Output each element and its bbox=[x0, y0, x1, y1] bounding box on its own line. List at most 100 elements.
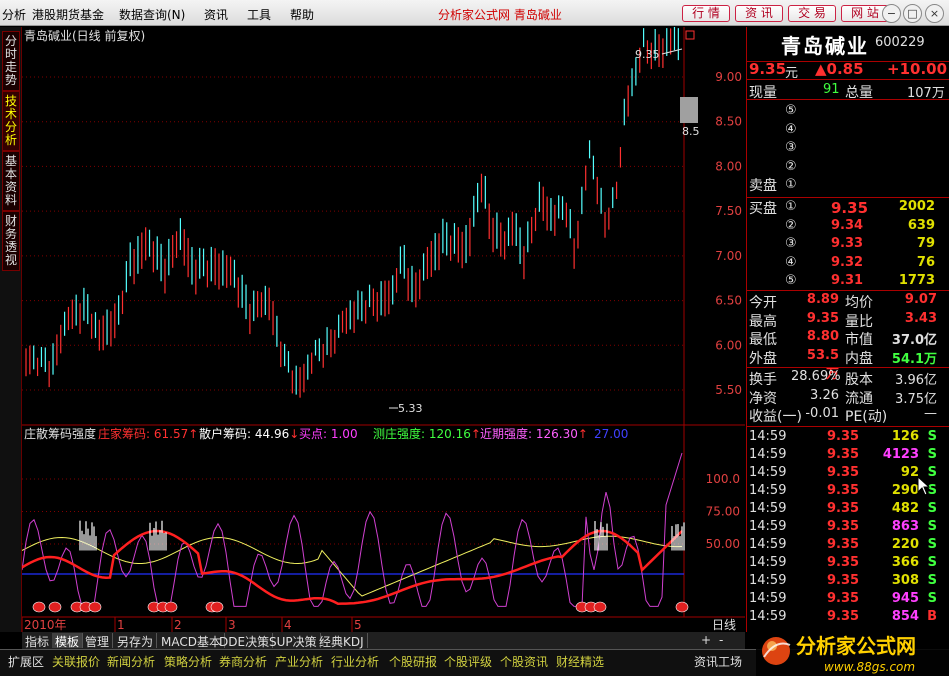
buy-level-index: ④ bbox=[785, 254, 797, 270]
indicator-readout: 庄家筹码: 61.57↑ bbox=[98, 426, 198, 441]
price-tick-label: 6.50 bbox=[715, 294, 742, 308]
price-tick-label: 8.00 bbox=[715, 159, 742, 173]
status-item[interactable]: 新闻分析 bbox=[107, 653, 155, 670]
menu-help[interactable]: 帮助 bbox=[290, 6, 314, 23]
watermark-title: 分析家公式网 bbox=[796, 634, 916, 658]
trade-price: 9.35 bbox=[827, 555, 860, 570]
readout-arrow-icon: ↑ bbox=[188, 427, 198, 441]
time-label: 4 bbox=[284, 618, 292, 632]
watermark-logo: 分析家公式网 www.88gs.com bbox=[756, 625, 949, 676]
tab-sup[interactable]: SUP决策 bbox=[266, 633, 321, 649]
status-item[interactable]: 个股资讯 bbox=[500, 653, 548, 670]
tab-intraday[interactable]: 分时走势 bbox=[2, 31, 20, 91]
tab-indicator[interactable]: 指标 bbox=[22, 633, 54, 649]
zoom-in-button[interactable]: + bbox=[698, 633, 714, 648]
price-cursor-box bbox=[680, 97, 698, 123]
tab-macd[interactable]: MACD基本 bbox=[158, 633, 225, 649]
menu-tools[interactable]: 工具 bbox=[247, 6, 271, 23]
menu-hk-futures[interactable]: 港股期货基金 bbox=[32, 6, 104, 23]
buy-level-index: ③ bbox=[785, 236, 797, 251]
close-icon[interactable]: × bbox=[925, 4, 944, 23]
buy-level-price: 9.33 bbox=[831, 236, 864, 251]
stat-value: 9.07 bbox=[904, 292, 937, 307]
status-item[interactable]: 个股研报 bbox=[389, 653, 437, 670]
tab-dde[interactable]: DDE决策 bbox=[216, 633, 274, 649]
tab-manage[interactable]: 管理 bbox=[82, 633, 114, 649]
trade-time: 14:59 bbox=[749, 483, 787, 498]
indicator-tab-bar: 指标 模板 管理 另存为 MACD基本 DDE决策 SUP决策 经典KDJ + … bbox=[22, 632, 745, 649]
status-item[interactable]: 资讯工场 bbox=[694, 653, 742, 670]
trade-side: S bbox=[927, 501, 937, 516]
buy-level-price: 9.34 bbox=[831, 217, 864, 233]
kline-chart[interactable]: 9.00 8.50 8.00 7.50 7.00 6.50 6.00 5.50 100.0 75.… bbox=[22, 27, 745, 632]
stat-label: 内盘 bbox=[845, 350, 873, 367]
separator bbox=[747, 290, 949, 291]
tab-template[interactable]: 模板 bbox=[52, 633, 84, 649]
tab-save-as[interactable]: 另存为 bbox=[114, 633, 158, 649]
trade-volume: 126 bbox=[891, 429, 919, 444]
trade-side: S bbox=[927, 519, 937, 534]
trade-button[interactable]: 交 易 bbox=[788, 5, 836, 22]
status-item[interactable]: 产业分析 bbox=[275, 653, 323, 670]
readout-arrow-icon: ↓ bbox=[289, 427, 299, 441]
stat-label: 市值 bbox=[845, 332, 873, 348]
trade-price: 9.35 bbox=[827, 609, 860, 624]
stat-value: 9.35 bbox=[806, 310, 839, 326]
readout-arrow-icon: ↑ bbox=[578, 427, 588, 441]
trade-volume: 220 bbox=[891, 537, 919, 552]
trade-volume: 290 bbox=[891, 483, 919, 498]
indicator-readout: 散户筹码: 44.96↓ bbox=[199, 426, 299, 441]
trade-volume: 863 bbox=[891, 519, 919, 534]
trade-time: 14:59 bbox=[749, 609, 787, 624]
status-item[interactable]: 券商分析 bbox=[219, 653, 267, 670]
stock-code: 600229 bbox=[875, 35, 925, 50]
left-tab-bar: 分时走势 技术分析 基本资料 财务透视 bbox=[0, 27, 22, 632]
menu-data-query[interactable]: 数据查询(N) bbox=[119, 6, 185, 23]
readout-value: 测庄强度: 120.16 bbox=[373, 426, 471, 441]
indicator-tick-label: 75.00 bbox=[706, 505, 740, 519]
stat-label: 换手 bbox=[749, 372, 777, 388]
price-tick-label: 5.50 bbox=[715, 383, 742, 397]
menu-news[interactable]: 资讯 bbox=[204, 6, 228, 23]
separator bbox=[747, 79, 949, 80]
stat-label: 量比 bbox=[845, 313, 873, 330]
buy-level-price: 9.32 bbox=[831, 254, 864, 270]
readout-value: 散户筹码: 44.96 bbox=[199, 426, 289, 441]
trade-price: 9.35 bbox=[827, 591, 860, 606]
quote-button[interactable]: 行 情 bbox=[682, 5, 730, 22]
status-item[interactable]: 扩展区 bbox=[8, 653, 44, 670]
status-item[interactable]: 策略分析 bbox=[164, 653, 212, 670]
tab-financials[interactable]: 财务透视 bbox=[2, 211, 20, 271]
minimize-icon[interactable]: − bbox=[882, 4, 901, 23]
tab-fundamentals[interactable]: 基本资料 bbox=[2, 151, 20, 211]
stat-value: 3.26 bbox=[810, 387, 839, 403]
period-label[interactable]: 日线 bbox=[712, 618, 736, 632]
trade-time: 14:59 bbox=[749, 447, 787, 462]
indicator-tick-label: 100.0 bbox=[706, 472, 740, 486]
price-tick-label: 7.00 bbox=[715, 249, 742, 263]
status-item[interactable]: 财经精选 bbox=[556, 653, 604, 670]
stat-label: 最高 bbox=[749, 313, 777, 330]
maximize-icon[interactable]: □ bbox=[903, 4, 922, 23]
indicator-tick-label: 50.00 bbox=[706, 537, 740, 551]
sell-level-index: ③ bbox=[785, 140, 797, 155]
indicator-readout: 近期强度: 126.30↑ bbox=[480, 426, 588, 441]
news-button[interactable]: 资 讯 bbox=[735, 5, 783, 22]
zoom-out-button[interactable]: - bbox=[716, 633, 726, 648]
buy-signal-icon bbox=[675, 601, 689, 613]
separator bbox=[747, 426, 949, 427]
tab-kdj[interactable]: 经典KDJ bbox=[316, 633, 368, 649]
indicator-name: 庄散筹码强度 bbox=[24, 426, 96, 441]
menu-analysis[interactable]: 分析 bbox=[2, 6, 26, 23]
trade-side: S bbox=[927, 429, 937, 444]
readout-value: 买点: 1.00 bbox=[299, 427, 358, 441]
stat-value: 3.96亿 bbox=[895, 373, 937, 388]
status-item[interactable]: 行业分析 bbox=[331, 653, 379, 670]
stat-value: 8.80 bbox=[806, 329, 839, 344]
low-annotation: 5.33 bbox=[398, 402, 423, 415]
stat-label: 今开 bbox=[749, 295, 777, 311]
status-item[interactable]: 个股评级 bbox=[444, 653, 492, 670]
trade-side: S bbox=[927, 591, 937, 606]
tab-technical[interactable]: 技术分析 bbox=[2, 91, 20, 151]
status-item[interactable]: 关联报价 bbox=[52, 653, 100, 670]
